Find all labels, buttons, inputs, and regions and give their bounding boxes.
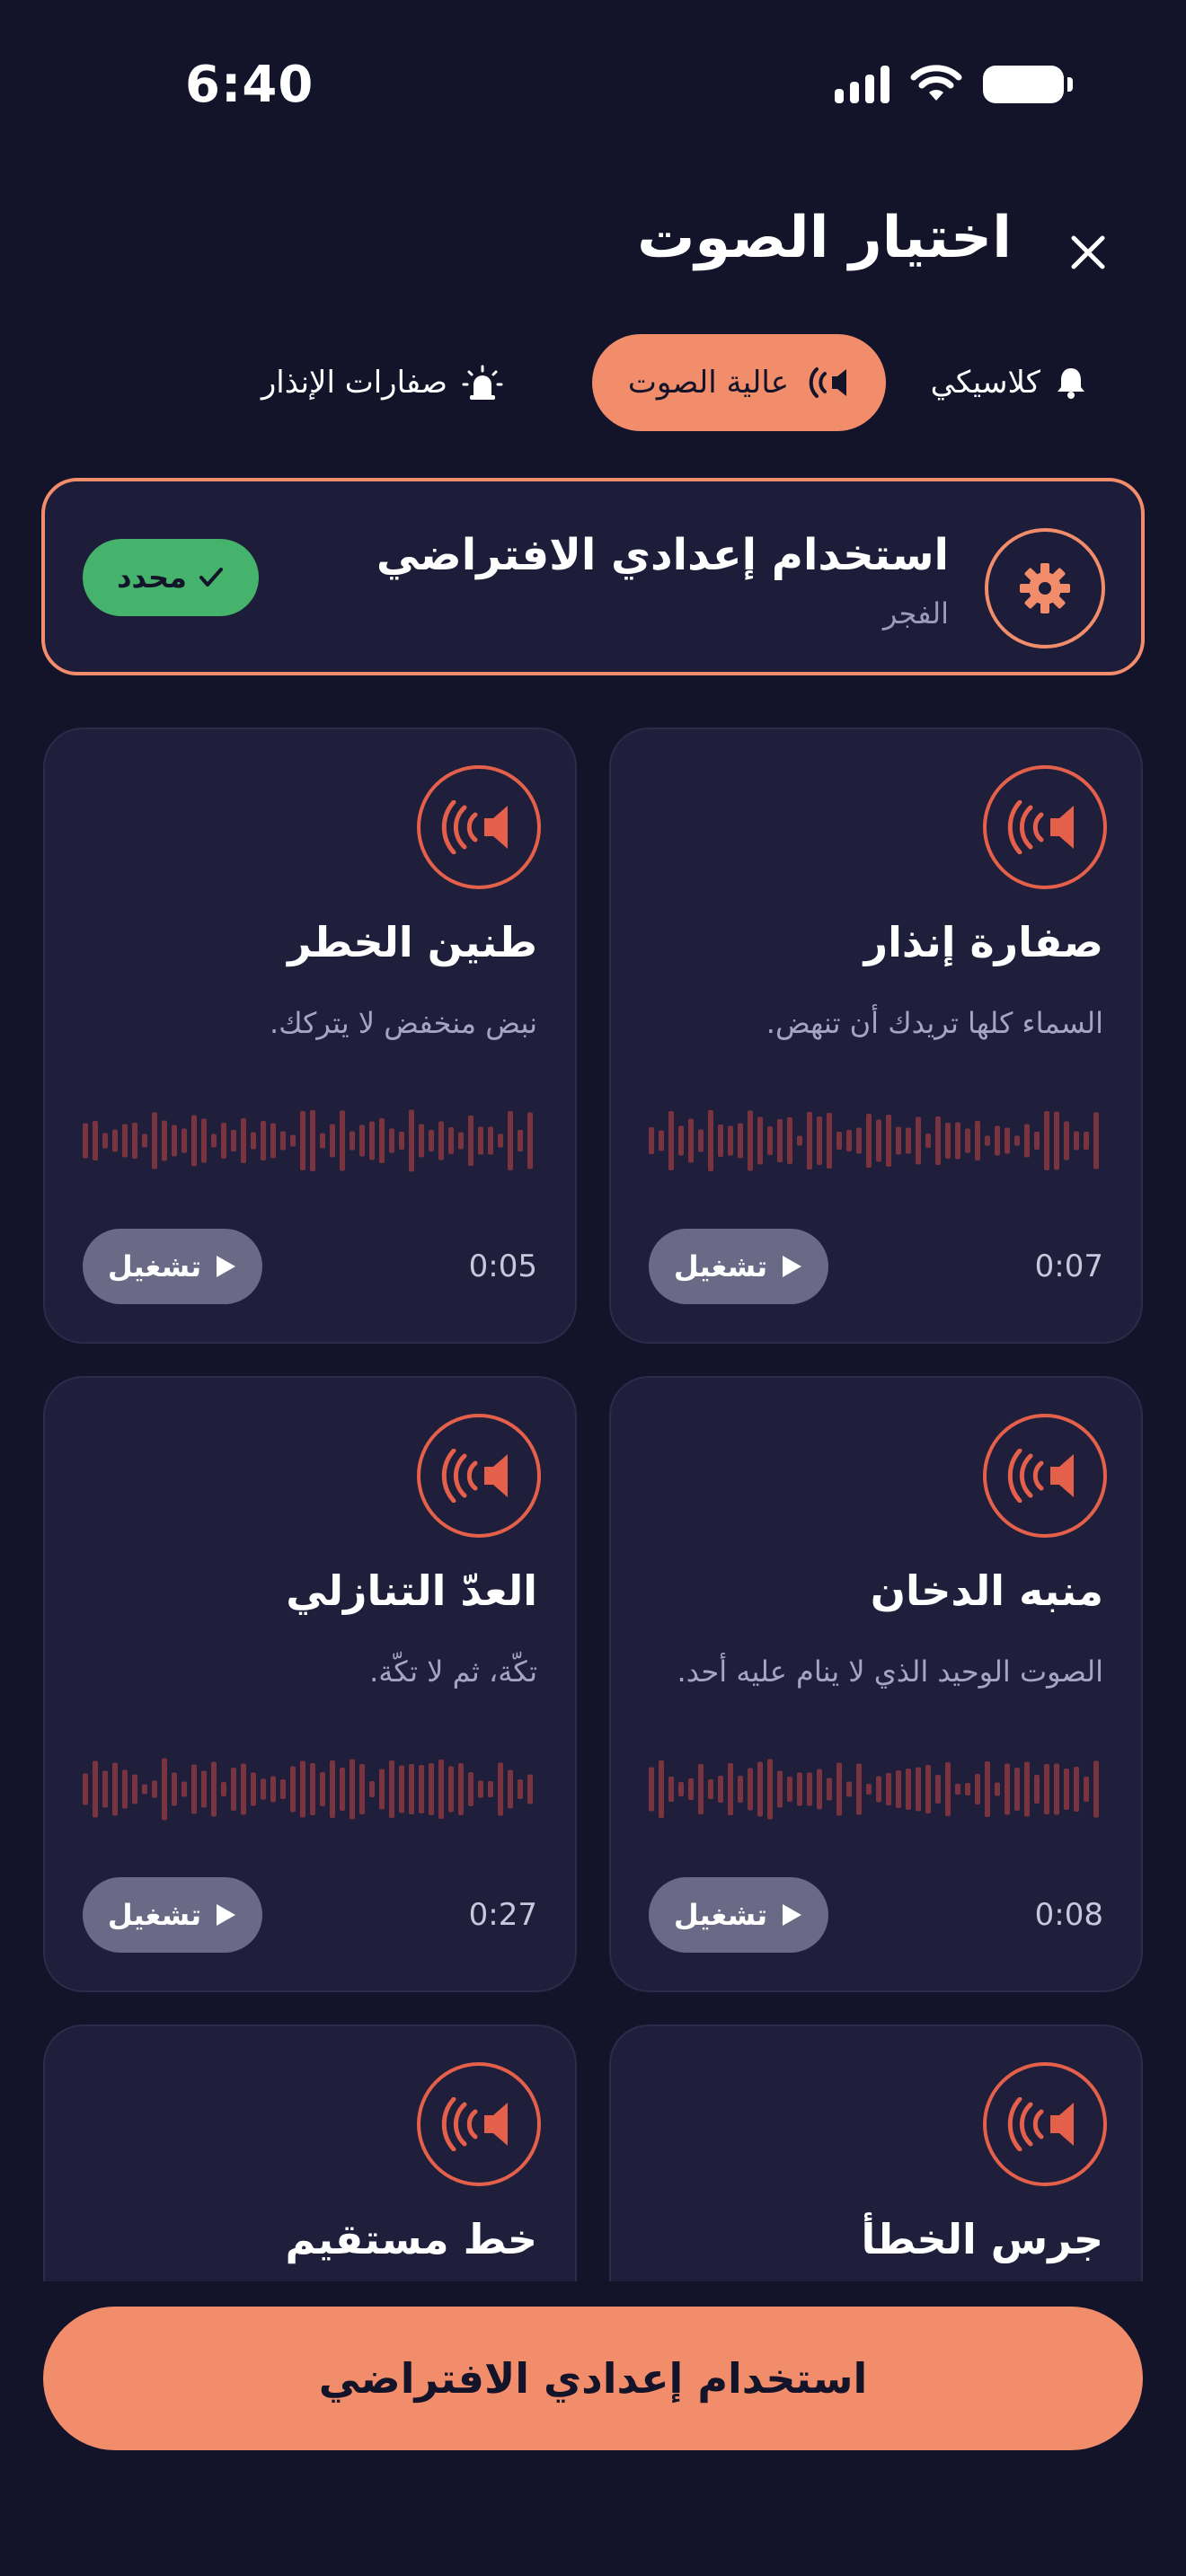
status-time: 6:40	[185, 56, 314, 114]
close-icon	[1071, 235, 1105, 269]
play-icon	[783, 1904, 802, 1926]
play-label: تشغيل	[673, 1898, 768, 1932]
play-button[interactable]: تشغيل	[649, 1877, 828, 1953]
sound-card-countdown[interactable]: العدّ التنازلي تكّة، ثم لا تكّة. تشغيل 0:27	[43, 1376, 577, 1992]
waveform-graphic	[83, 1109, 533, 1172]
settings-icon-circle	[985, 528, 1105, 648]
sound-card-siren[interactable]: صفارة إنذار السماء كلها تريدك أن تنهض. تشغ…	[609, 728, 1143, 1344]
tab-sirens[interactable]: صفارات الإنذار	[226, 334, 539, 431]
sound-card-smoke-alarm[interactable]: منبه الدخان الصوت الوحيد الذي لا ينام علي…	[609, 1376, 1143, 1992]
gear-icon	[1020, 563, 1070, 613]
waveform-graphic	[649, 1110, 1099, 1171]
wifi-icon	[910, 65, 962, 101]
siren-icon	[462, 365, 503, 400]
tab-loud[interactable]: عالية الصوت	[591, 334, 886, 431]
sound-grid: صفارة إنذار السماء كلها تريدك أن تنهض. تشغ…	[0, 719, 1186, 2281]
sound-name: العدّ التنازلي	[286, 1566, 537, 1615]
speaker-icon-circle	[983, 765, 1107, 889]
default-option-subtitle: الفجر	[882, 596, 949, 631]
loud-speaker-icon	[809, 367, 846, 398]
close-button[interactable]	[1055, 219, 1121, 286]
play-icon	[217, 1256, 236, 1277]
sound-name: طنين الخطر	[288, 918, 537, 966]
speaker-icon-circle	[983, 1414, 1107, 1538]
loud-speaker-icon	[441, 2097, 508, 2151]
speaker-icon-circle	[417, 765, 541, 889]
cellular-signal-icon	[835, 66, 890, 103]
sound-picker-screen: 6:40 اختيار الصوت كلاسيكي عالية الصوت صف…	[0, 0, 1186, 2576]
sound-description: تكّة، ثم لا تكّة.	[369, 1654, 537, 1689]
sound-card-flatline[interactable]: خط مستقيمتشغيل	[43, 2025, 577, 2281]
selected-badge: محدد	[83, 539, 259, 616]
sound-name: صفارة إنذار	[863, 918, 1103, 966]
bell-icon	[1058, 368, 1084, 399]
default-option-title: استخدام إعدادي الافتراضي	[376, 530, 949, 580]
loud-speaker-icon	[441, 1449, 508, 1503]
sound-name: خط مستقيم	[285, 2215, 537, 2263]
sound-name: جرس الخطأ	[861, 2215, 1103, 2263]
play-button[interactable]: تشغيل	[83, 1229, 262, 1304]
play-label: تشغيل	[107, 1898, 202, 1932]
sound-duration: 0:08	[1034, 1897, 1103, 1933]
sound-description: الصوت الوحيد الذي لا ينام عليه أحد.	[677, 1654, 1103, 1689]
status-icons	[835, 65, 1073, 104]
play-icon	[783, 1256, 802, 1277]
play-label: تشغيل	[673, 1249, 768, 1284]
speaker-icon-circle	[983, 2062, 1107, 2186]
category-tabs: كلاسيكي عالية الصوت صفارات الإنذار	[0, 334, 1186, 431]
tab-label: كلاسيكي	[930, 365, 1040, 401]
tab-classic[interactable]: كلاسيكي	[895, 334, 1123, 431]
sound-name: منبه الدخان	[870, 1566, 1103, 1615]
speaker-icon-circle	[417, 1414, 541, 1538]
sound-duration: 0:05	[468, 1248, 537, 1284]
play-icon	[217, 1904, 236, 1926]
sound-card-danger-hum[interactable]: طنين الخطر نبض منخفض لا يتركك. تشغيل 0:05	[43, 728, 577, 1344]
waveform-graphic	[83, 1758, 533, 1821]
speaker-icon-circle	[417, 2062, 541, 2186]
tab-label: صفارات الإنذار	[261, 365, 447, 401]
loud-speaker-icon	[1007, 800, 1074, 854]
page-title: اختيار الصوت	[637, 205, 1012, 271]
play-label: تشغيل	[107, 1249, 202, 1284]
selected-label: محدد	[117, 560, 187, 595]
waveform-graphic	[649, 1759, 1099, 1820]
play-button[interactable]: تشغيل	[83, 1877, 262, 1953]
loud-speaker-icon	[441, 800, 508, 854]
loud-speaker-icon	[1007, 1449, 1074, 1503]
default-sound-option[interactable]: استخدام إعدادي الافتراضي الفجر محدد	[41, 478, 1145, 675]
sound-duration: 0:27	[468, 1897, 537, 1933]
loud-speaker-icon	[1007, 2097, 1074, 2151]
use-default-button[interactable]: استخدام إعدادي الافتراضي	[43, 2307, 1143, 2450]
tab-label: عالية الصوت	[627, 365, 789, 401]
sound-card-error-bell[interactable]: جرس الخطأتشغيل	[609, 2025, 1143, 2281]
sound-description: السماء كلها تريدك أن تنهض.	[766, 1006, 1103, 1040]
sound-duration: 0:07	[1034, 1248, 1103, 1284]
sound-description: نبض منخفض لا يتركك.	[270, 1006, 537, 1040]
battery-icon	[983, 66, 1073, 103]
play-button[interactable]: تشغيل	[649, 1229, 828, 1304]
checkmark-icon	[199, 568, 223, 587]
